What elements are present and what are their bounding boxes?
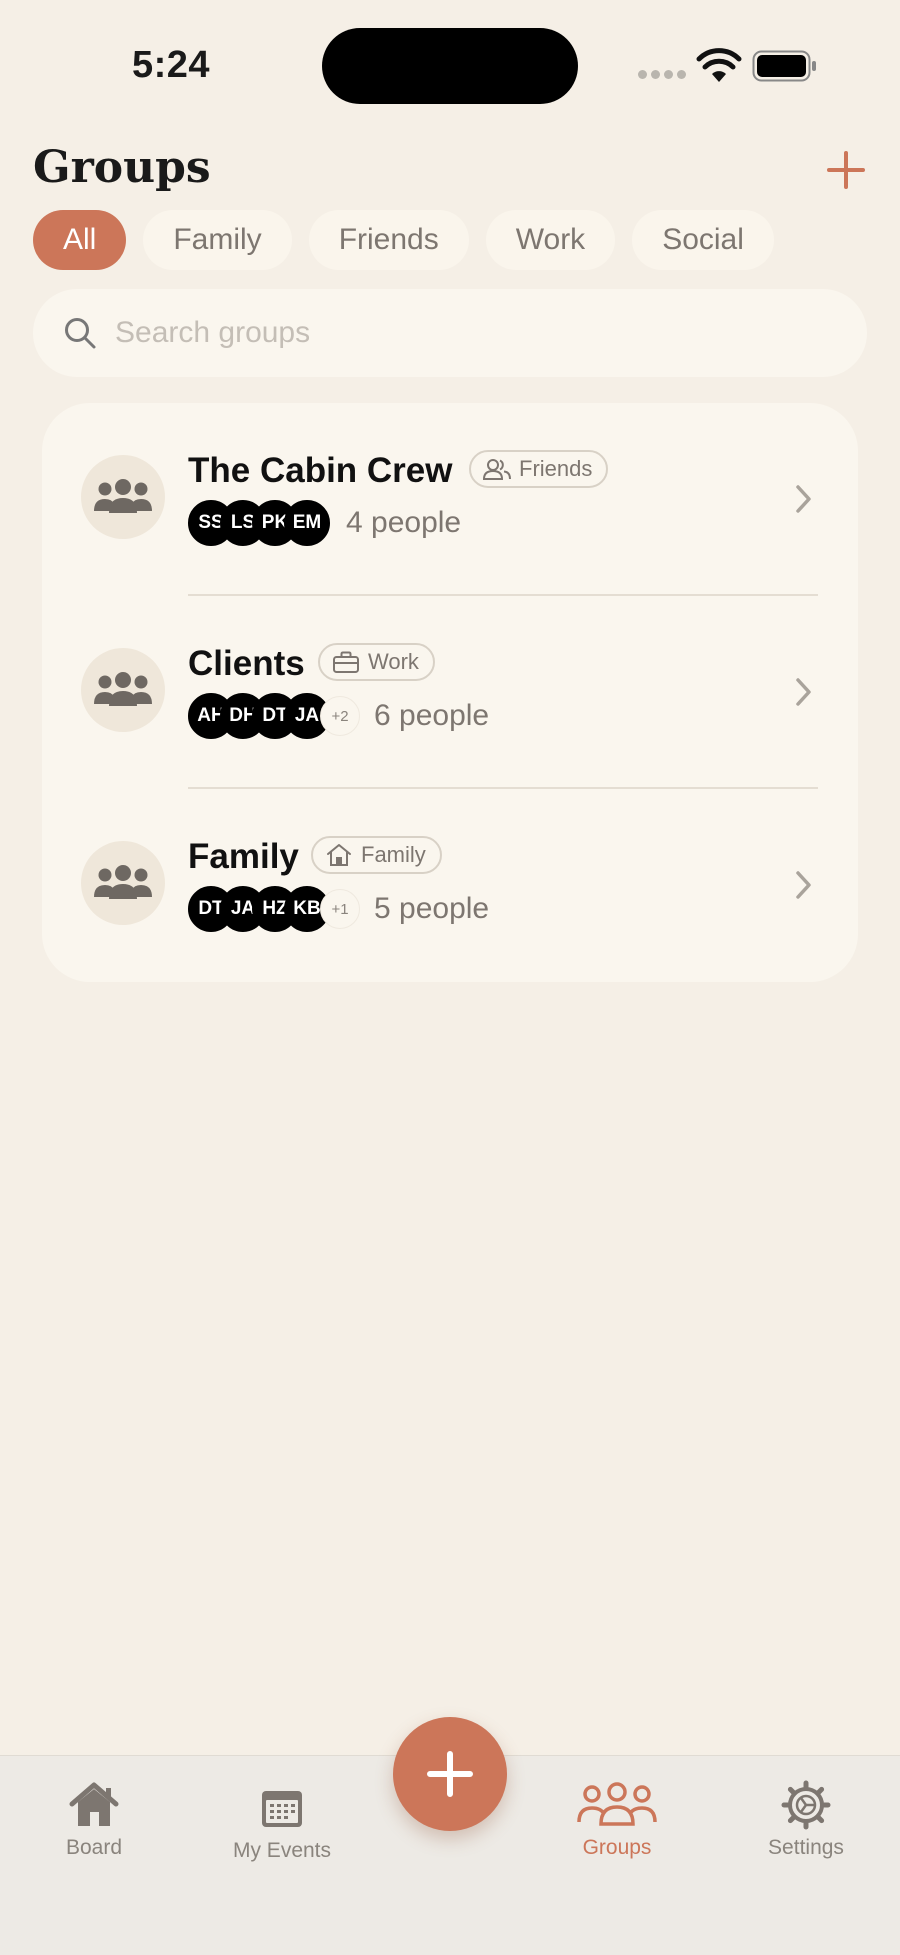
member-avatars: AH DH DT JA +2 6 people [188, 693, 489, 739]
battery-icon [752, 50, 816, 82]
group-icon [94, 479, 152, 513]
plus-icon [427, 1751, 473, 1797]
tag-label: Friends [519, 456, 593, 481]
more-members-badge: +1 [320, 889, 360, 929]
tab-label: Settings [768, 1836, 844, 1859]
status-time: 5:24 [132, 44, 211, 86]
group-avatar [81, 648, 165, 732]
group-category-tag: Work [318, 643, 435, 681]
search-icon [65, 318, 96, 349]
group-name: The Cabin Crew [188, 451, 453, 490]
add-group-plus-icon[interactable] [826, 150, 866, 190]
group-category-tag: Friends [469, 450, 609, 488]
cellular-signal-icon [638, 70, 686, 79]
tab-label: Groups [582, 1836, 652, 1859]
group-row-family[interactable]: Family Family DT JA HZ KB +1 5 people [42, 789, 858, 982]
filter-work[interactable]: Work [485, 210, 616, 270]
gear-icon [781, 1780, 831, 1830]
briefcase-icon [333, 651, 359, 673]
group-avatar [81, 455, 165, 539]
member-avatar: EM [284, 500, 330, 546]
groups-icon [577, 1782, 657, 1826]
group-avatar [81, 841, 165, 925]
dynamic-island [322, 28, 578, 104]
member-avatars: SS LS PK EM 4 people [188, 500, 461, 546]
home-icon [69, 1782, 119, 1826]
member-count: 5 people [374, 892, 490, 925]
group-row-cabin-crew[interactable]: The Cabin Crew Friends SS LS PK EM 4 peo… [42, 403, 858, 596]
home-icon [327, 844, 351, 866]
group-name: Family [188, 837, 299, 876]
group-icon [94, 865, 152, 899]
chevron-right-icon [796, 678, 811, 706]
create-event-button[interactable] [393, 1717, 507, 1831]
tag-label: Work [368, 649, 419, 674]
status-bar: 5:24 [0, 0, 900, 120]
filter-social[interactable]: Social [632, 210, 774, 270]
tag-label: Family [361, 842, 426, 867]
group-row-clients[interactable]: Clients Work AH DH DT JA +2 6 people [42, 596, 858, 789]
member-avatars: DT JA HZ KB +1 5 people [188, 886, 489, 932]
chevron-right-icon [796, 871, 811, 899]
calendar-icon [262, 1791, 302, 1827]
chevron-right-icon [796, 485, 811, 513]
group-filter-chips: All Family Friends Work Social [33, 210, 774, 270]
filter-family[interactable]: Family [143, 210, 292, 270]
tab-label: My Events [232, 1839, 332, 1862]
member-count: 4 people [346, 506, 462, 539]
groups-list: The Cabin Crew Friends SS LS PK EM 4 peo… [42, 403, 858, 982]
tab-label: Board [65, 1836, 123, 1859]
tab-settings[interactable]: Settings [736, 1780, 876, 1860]
group-name: Clients [188, 644, 305, 683]
tab-my-events[interactable]: My Events [212, 1783, 352, 1863]
group-icon [94, 672, 152, 706]
tab-groups[interactable]: Groups [547, 1780, 687, 1860]
people-icon [483, 459, 511, 480]
search-input[interactable] [115, 316, 815, 350]
filter-friends[interactable]: Friends [308, 210, 469, 270]
wifi-icon [696, 48, 742, 82]
search-bar[interactable] [33, 289, 867, 377]
more-members-badge: +2 [320, 696, 360, 736]
page-title: Groups [33, 142, 211, 193]
filter-all[interactable]: All [33, 210, 127, 270]
member-count: 6 people [374, 699, 490, 732]
group-category-tag: Family [311, 836, 442, 874]
tab-board[interactable]: Board [24, 1780, 164, 1860]
